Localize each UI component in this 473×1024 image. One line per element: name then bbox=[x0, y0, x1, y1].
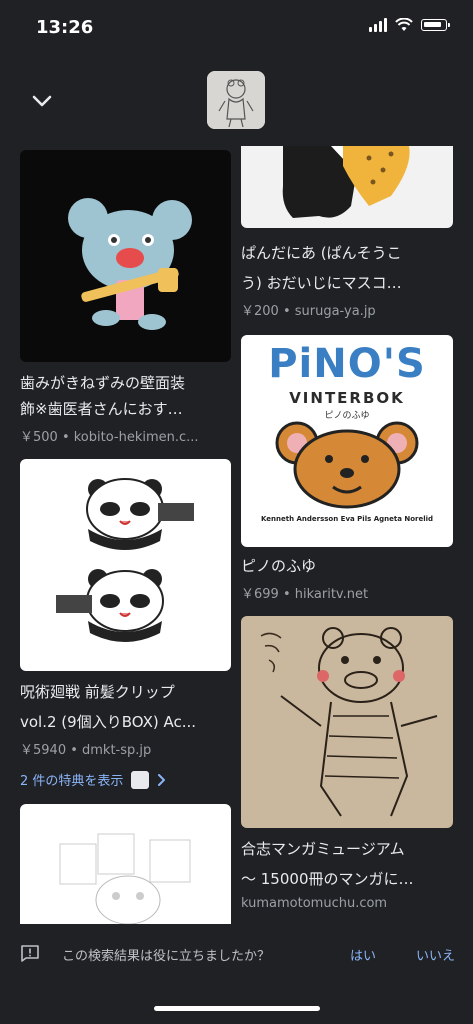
feedback-icon bbox=[21, 945, 39, 962]
result-card[interactable]: 呪術廻戦 前髪クリップ vol.2 (9個入りBOX) Ac... ￥5940 … bbox=[20, 459, 231, 789]
home-indicator[interactable] bbox=[154, 1006, 320, 1011]
results-grid: 歯みがきねずみの壁面装 飾※歯医者さんにおす… ￥500 • kobito-he… bbox=[0, 146, 473, 924]
view-offers-link[interactable]: 2 件の特典を表示 bbox=[20, 770, 231, 789]
status-time: 13:26 bbox=[36, 17, 94, 38]
bear-illustration bbox=[275, 421, 419, 509]
result-card[interactable] bbox=[20, 804, 231, 924]
battery-icon bbox=[421, 19, 450, 31]
result-card[interactable]: 歯みがきねずみの壁面装 飾※歯医者さんにおす… ￥500 • kobito-he… bbox=[20, 150, 231, 445]
query-image-thumbnail[interactable] bbox=[207, 71, 265, 129]
book-cover-authors: Kenneth Andersson Eva Pils Agneta Noreli… bbox=[260, 515, 434, 523]
wifi-icon bbox=[395, 18, 413, 31]
mouse-toothbrush-image bbox=[68, 198, 192, 330]
result-header bbox=[0, 56, 473, 146]
book-cover-title: PiNO'S bbox=[268, 341, 426, 387]
collapse-button[interactable] bbox=[24, 86, 60, 116]
feedback-no-button[interactable]: いいえ bbox=[416, 945, 455, 964]
feedback-bar: この検索結果は役に立ちましたか？ はい いいえ bbox=[0, 924, 473, 986]
result-card[interactable]: 合志マンガミュージアム ～ 15000冊のマンガに… kumamotomuchu… bbox=[241, 616, 453, 911]
result-image[interactable] bbox=[20, 150, 231, 362]
result-title-line1: ぱんだにあ (ぱんそうこ bbox=[241, 244, 402, 262]
result-image[interactable] bbox=[20, 804, 231, 924]
result-price-source: ￥699 • hikaritv.net bbox=[241, 587, 369, 602]
feedback-question: この検索結果は役に立ちましたか？ bbox=[62, 949, 271, 964]
signal-icon bbox=[369, 18, 387, 32]
sketch-image bbox=[59, 833, 191, 924]
result-image[interactable] bbox=[241, 146, 453, 228]
result-title-line2: 飾※歯医者さんにおす… bbox=[20, 400, 183, 418]
result-image[interactable] bbox=[20, 459, 231, 671]
view-offers-label: 2 件の特典を表示 bbox=[20, 774, 124, 789]
result-title-line2: ～ 15000冊のマンガに… bbox=[241, 870, 414, 888]
result-price-source: ￥5940 • dmkt-sp.jp bbox=[20, 743, 152, 758]
status-bar: 13:26 bbox=[0, 0, 473, 56]
offer-thumbnail-icon bbox=[131, 770, 150, 789]
result-title-line1: 呪術廻戦 前髪クリップ bbox=[20, 683, 175, 701]
result-price-source: ￥200 • suruga-ya.jp bbox=[241, 304, 376, 319]
status-icons bbox=[369, 18, 450, 32]
result-image[interactable] bbox=[241, 616, 453, 828]
chevron-down-icon bbox=[32, 95, 52, 107]
feedback-yes-button[interactable]: はい bbox=[350, 945, 376, 964]
result-price-source: ￥500 • kobito-hekimen.c... bbox=[20, 430, 199, 445]
result-source: kumamotomuchu.com bbox=[241, 896, 388, 911]
result-title-line2: vol.2 (9個入りBOX) Ac... bbox=[20, 713, 197, 731]
result-title-line1: 合志マンガミュージアム bbox=[241, 840, 405, 858]
result-image[interactable]: PiNO'S VINTERBOK ピノのふゆ Kenneth Andersson… bbox=[241, 335, 453, 547]
bear-sketch-image bbox=[260, 627, 438, 817]
result-title-line1: ピノのふゆ bbox=[241, 557, 317, 575]
result-title-line1: 歯みがきねずみの壁面装 bbox=[20, 374, 186, 392]
panda-bandage-image bbox=[282, 146, 410, 218]
sketch-thumbnail-icon bbox=[207, 71, 265, 129]
result-card[interactable]: PiNO'S VINTERBOK ピノのふゆ Kenneth Andersson… bbox=[241, 335, 453, 602]
book-cover-subtitle: VINTERBOK bbox=[289, 389, 405, 407]
result-title-line2: う) おだいじにマスコ… bbox=[241, 274, 402, 292]
panda-hair-clip-image bbox=[56, 478, 194, 642]
result-card[interactable]: ぱんだにあ (ぱんそうこ う) おだいじにマスコ… ￥200 • suruga-… bbox=[241, 146, 453, 319]
chevron-right-icon bbox=[158, 773, 166, 786]
